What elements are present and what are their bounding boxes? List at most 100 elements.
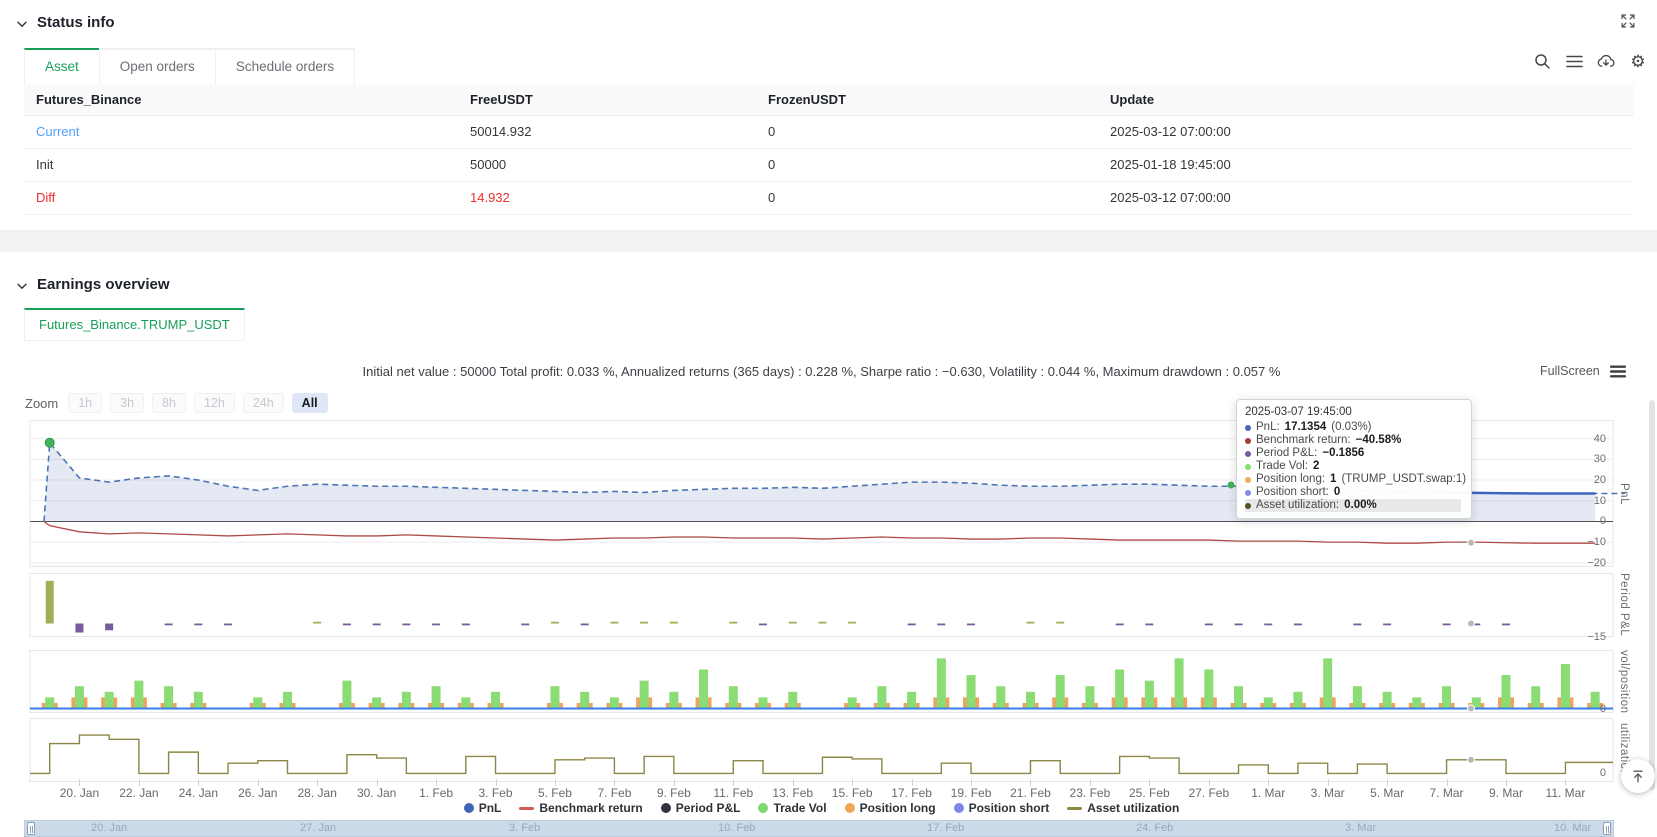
tab-futures-binance-trump-usdt[interactable]: Futures_Binance.TRUMP_USDT [24,308,245,341]
tooltip-value: 17.1354 [1285,421,1327,434]
tooltip-label: Position long: [1256,473,1325,486]
legend-item-period-p-l[interactable]: Period P&L [661,801,741,815]
datazoom-label: 20. Jan [91,822,127,834]
tooltip-value: −0.1856 [1322,447,1364,460]
table-row: Init5000002025-01-18 19:45:00 [24,149,1634,182]
datazoom-label: 17. Feb [927,822,964,834]
datazoom-slider[interactable]: 20. Jan27. Jan3. Feb10. Feb17. Feb24. Fe… [24,820,1614,837]
datazoom-label: 3. Mar [1345,822,1376,834]
datazoom-handle-right[interactable] [1603,822,1611,835]
tooltip-row: Trade Vol: 2 [1245,460,1461,473]
tooltip-value: 0.00% [1344,499,1377,512]
tooltip-row: Position long: 1 (TRUMP_USDT.swap:1) [1245,473,1461,486]
x-axis-tick [258,779,259,786]
column-header: FrozenUSDT [756,84,1098,115]
x-axis-label: 7. Mar [1417,786,1477,800]
tooltip-label: Trade Vol: [1256,460,1308,473]
utilization-panel[interactable] [0,718,1657,782]
expand-icon[interactable] [1619,12,1637,30]
tooltip-value: −40.58% [1356,434,1402,447]
x-axis-label: 11. Feb [703,786,763,800]
fullscreen-control[interactable]: FullScreen [1540,364,1626,378]
fullscreen-label[interactable]: FullScreen [1540,364,1600,378]
chart-menu-icon[interactable] [1610,365,1626,378]
x-axis-tick [971,779,972,786]
tooltip-row: Position short: 0 [1245,486,1461,499]
x-axis-label: 1. Mar [1238,786,1298,800]
section-divider [0,230,1657,252]
series-color-dot [1245,490,1251,496]
zoom-option-all[interactable]: All [292,393,328,413]
legend-item-asset-utilization[interactable]: Asset utilization [1067,801,1179,815]
x-axis-label: 5. Feb [525,786,585,800]
series-color-dot [1245,451,1251,457]
column-header: FreeUSDT [458,84,756,115]
legend-label: Benchmark return [539,801,642,815]
chart-tooltip: 2025-03-07 19:45:00 PnL: 17.1354 (0.03%)… [1236,399,1472,519]
x-axis-tick [1268,779,1269,786]
legend-item-trade-vol[interactable]: Trade Vol [758,801,826,815]
earnings-section-title: Earnings overview [37,276,170,293]
back-to-top-button[interactable] [1621,759,1655,793]
cloud-download-icon[interactable] [1597,52,1615,70]
legend-label: Period P&L [676,801,741,815]
settings-icon[interactable]: ⚙ [1629,52,1647,70]
table-cell: Diff [24,182,458,214]
datazoom-label: 10. Feb [718,822,755,834]
tooltip-row: Benchmark return: −40.58% [1245,434,1461,447]
tooltip-row: PnL: 17.1354 (0.03%) [1245,421,1461,434]
legend-item-position-short[interactable]: Position short [954,801,1050,815]
y-axis-title: PnL [1616,420,1632,567]
table-cell: 2025-03-12 07:00:00 [1098,116,1634,148]
x-axis-label: 20. Jan [49,786,109,800]
x-axis-tick [139,779,140,786]
x-axis-label: 27. Feb [1179,786,1239,800]
vol-position-panel[interactable] [0,650,1657,713]
datazoom-label: 27. Jan [300,822,336,834]
table-cell: 0 [756,149,1098,181]
status-section-title: Status info [37,14,115,31]
series-color-dot [1245,438,1251,444]
legend-item-benchmark-return[interactable]: Benchmark return [519,801,642,815]
table-cell: 14.932 [458,182,756,214]
legend-label: Trade Vol [773,801,826,815]
y-axis-tick: 10 [1562,495,1606,507]
chevron-down-icon[interactable] [16,17,28,29]
zoom-label: Zoom [25,396,58,411]
x-axis-tick [1506,779,1507,786]
y-axis-tick: 40 [1562,433,1606,445]
vertical-scrollbar[interactable] [1649,400,1655,790]
datazoom-handle-left[interactable] [27,822,35,835]
menu-icon[interactable] [1565,52,1583,70]
tab-open-orders[interactable]: Open orders [99,48,216,85]
chevron-down-icon[interactable] [16,279,28,291]
x-axis-label: 11. Mar [1535,786,1595,800]
legend-item-pnl[interactable]: PnL [464,801,502,815]
x-axis-label: 24. Jan [168,786,228,800]
period-pnl-panel[interactable] [0,573,1657,637]
x-axis-label: 30. Jan [347,786,407,800]
tooltip-row: Asset utilization: 0.00% [1245,499,1461,512]
legend-item-position-long[interactable]: Position long [845,801,936,815]
column-header: Futures_Binance [24,84,458,115]
tooltip-row: Period P&L: −0.1856 [1245,447,1461,460]
x-axis-label: 28. Jan [287,786,347,800]
y-axis-tick: 0 [1562,703,1606,715]
zoom-option-24h: 24h [243,393,284,413]
table-cell: Init [24,149,458,181]
status-tabs: AssetOpen ordersSchedule orders [24,48,355,85]
x-axis-label: 3. Mar [1298,786,1358,800]
table-cell[interactable]: Current [24,116,458,148]
x-axis-tick [555,779,556,786]
tab-asset[interactable]: Asset [24,48,100,85]
tab-schedule-orders[interactable]: Schedule orders [215,48,355,85]
x-axis-tick [1209,779,1210,786]
zoom-option-1h: 1h [68,393,102,413]
x-axis-label: 23. Feb [1060,786,1120,800]
y-axis-tick: 0 [1562,515,1606,527]
trading-dashboard: Status info AssetOpen ordersSchedule ord… [0,0,1657,837]
x-axis-tick [912,779,913,786]
x-axis-label: 25. Feb [1119,786,1179,800]
search-icon[interactable] [1533,52,1551,70]
y-axis-tick: 20 [1562,474,1606,486]
